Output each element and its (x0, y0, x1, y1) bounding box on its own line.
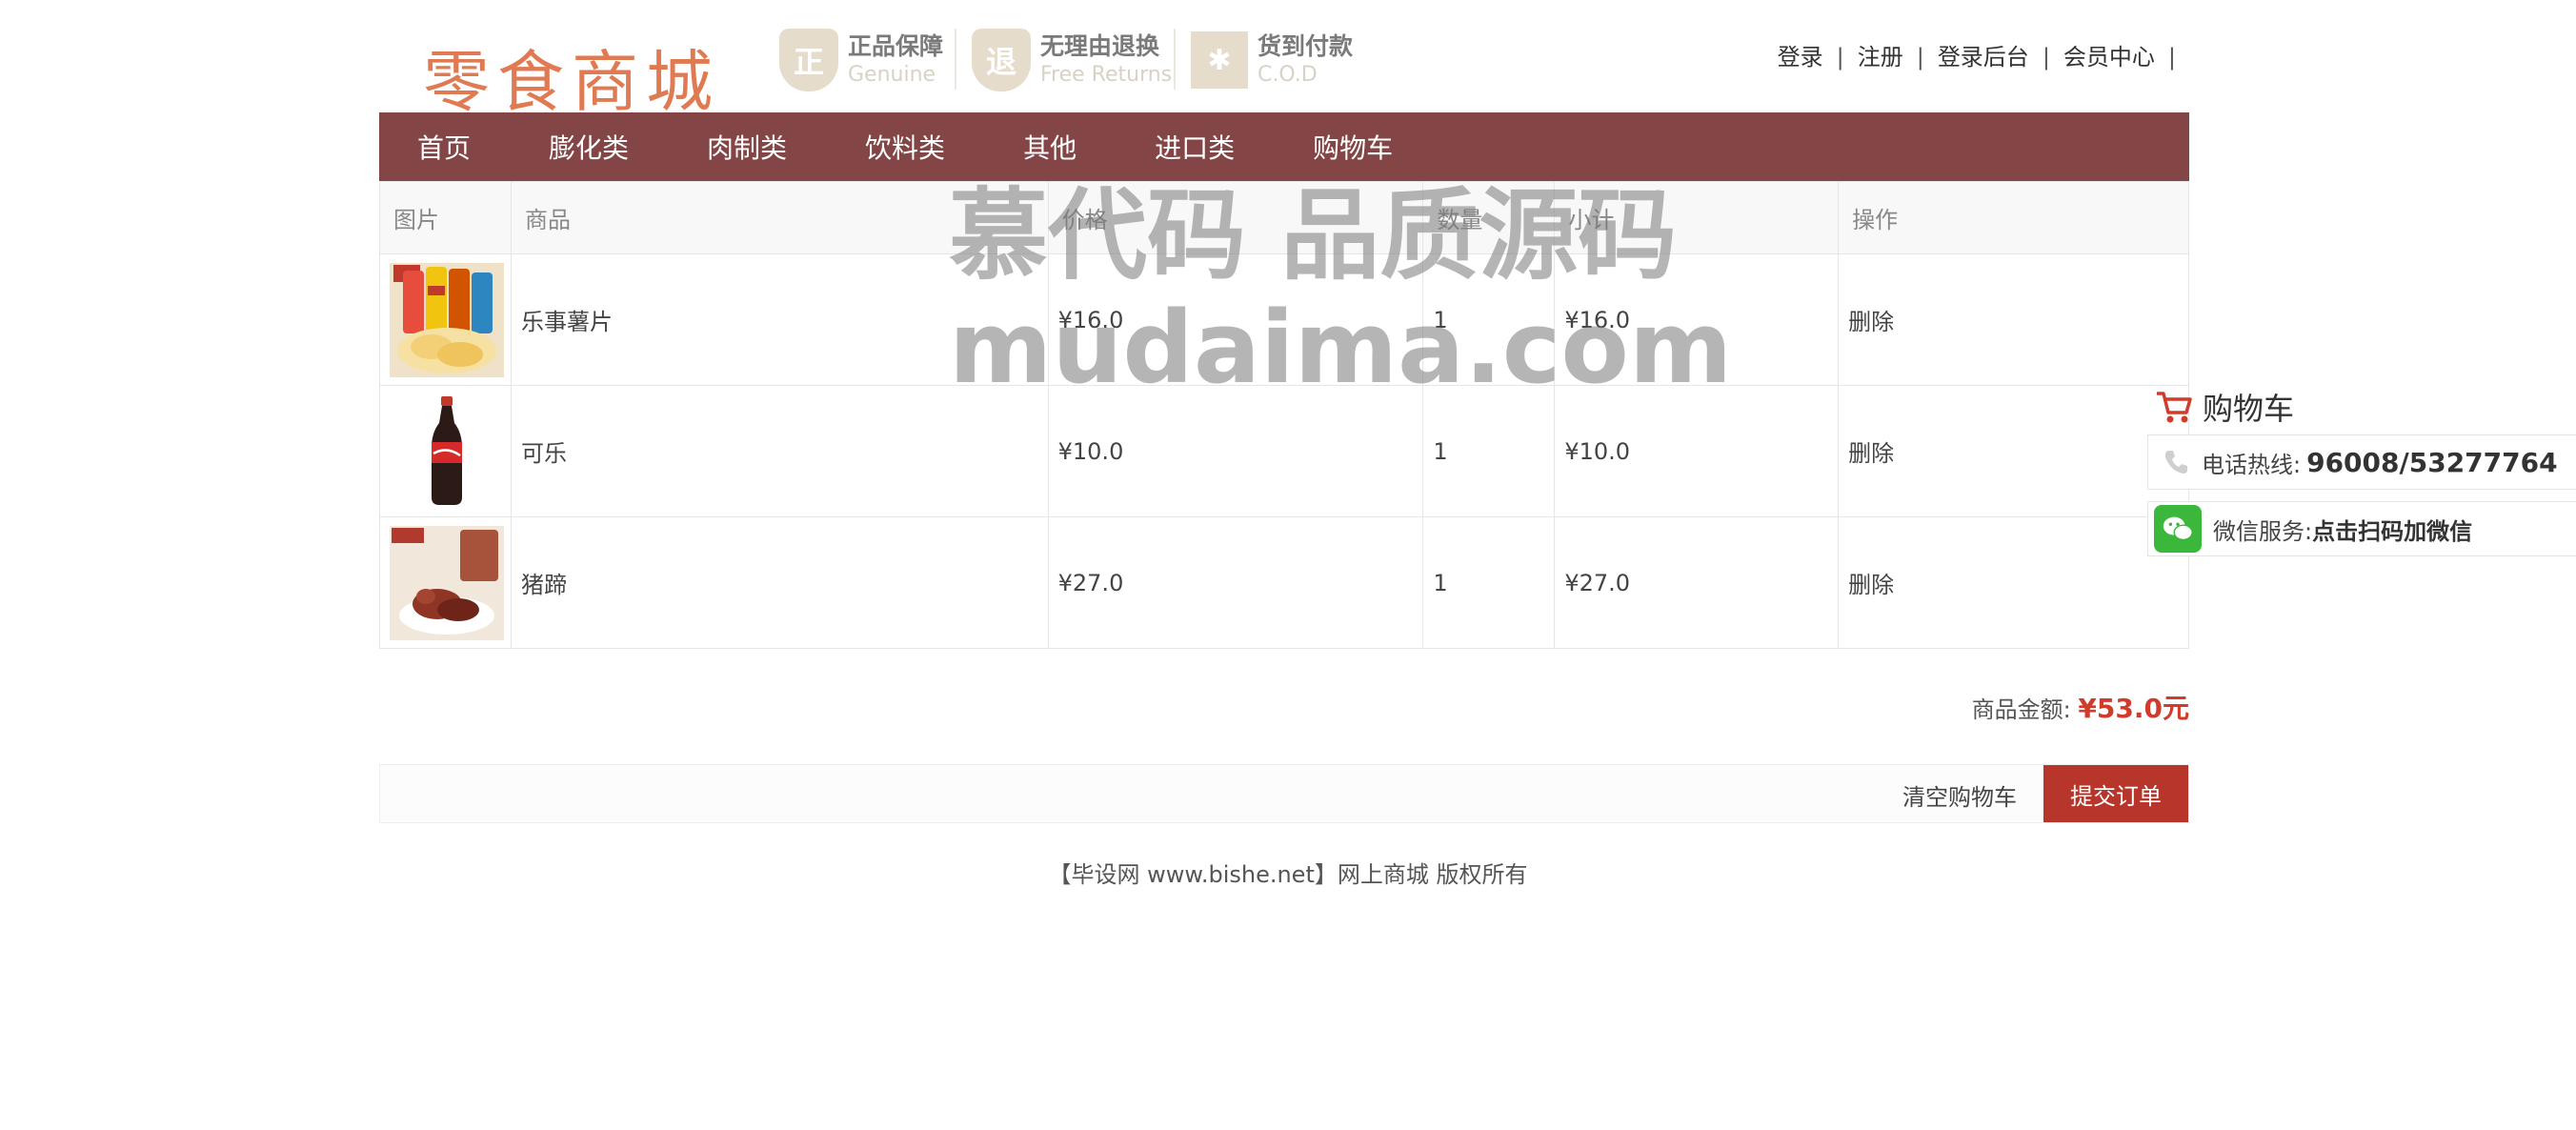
separator: | (1836, 44, 1844, 71)
cart-total: 商品金额: ¥53.0元 (1972, 688, 2189, 726)
shield-zheng-icon: 正 (779, 29, 838, 91)
badge-divider (1174, 29, 1176, 90)
badge-subtitle: C.O.D (1258, 63, 1318, 87)
table-row: 猪蹄 ¥27.0 1 ¥27.0 删除 (379, 516, 2189, 649)
product-name: 乐事薯片 (510, 253, 1049, 386)
column-header-action: 操作 (1838, 181, 2189, 254)
separator: | (2042, 44, 2050, 71)
badge-title: 无理由退换 (1040, 32, 1160, 60)
total-label: 商品金额: (1971, 696, 2071, 723)
action-cell: 删除 (1838, 516, 2189, 649)
member-center-link[interactable]: 会员中心 (2063, 44, 2155, 71)
badge-free-returns: 退 无理由退换 Free Returns (972, 27, 1172, 93)
float-cart-link[interactable]: 购物车 (2155, 385, 2294, 429)
clear-cart-button[interactable]: 清空购物车 (1902, 778, 2017, 812)
column-header-product: 商品 (510, 181, 1049, 254)
product-price: ¥16.0 (1047, 253, 1424, 386)
column-header-quantity: 数量 (1422, 181, 1556, 254)
gift-icon: ✱ (1191, 31, 1248, 89)
nav-cart[interactable]: 购物车 (1313, 128, 1393, 166)
column-header-price: 价格 (1047, 181, 1424, 254)
action-cell: 删除 (1838, 253, 2189, 386)
site-header: 零食商城 正 正品保障 Genuine 退 无理由退换 Free Returns… (379, 0, 2189, 121)
nav-imported[interactable]: 进口类 (1155, 128, 1235, 166)
lays-chips-image[interactable] (390, 262, 504, 377)
table-row: 可乐 ¥10.0 1 ¥10.0 删除 (379, 385, 2189, 517)
badge-subtitle: Free Returns (1040, 63, 1173, 87)
product-quantity: 1 (1422, 253, 1556, 386)
product-quantity: 1 (1422, 385, 1556, 517)
column-header-subtotal: 小计 (1554, 181, 1840, 254)
admin-login-link[interactable]: 登录后台 (1938, 44, 2029, 71)
badge-divider (955, 29, 956, 90)
product-name: 猪蹄 (510, 516, 1049, 649)
badge-cod: ✱ 货到付款 C.O.D (1191, 27, 1353, 93)
wechat-label: 微信服务: (2213, 517, 2313, 545)
product-quantity: 1 (1422, 516, 1556, 649)
cart-action-bar: 清空购物车 提交订单 (379, 764, 2189, 823)
nav-home[interactable]: 首页 (417, 128, 471, 166)
product-subtotal: ¥16.0 (1554, 253, 1840, 386)
table-header-row: 图片 商品 价格 数量 小计 操作 (379, 181, 2189, 254)
main-nav: 首页 膨化类 肉制类 饮料类 其他 进口类 购物车 (379, 112, 2189, 181)
delete-link[interactable]: 删除 (1848, 572, 1894, 598)
product-price: ¥27.0 (1047, 516, 1424, 649)
column-header-image: 图片 (379, 181, 512, 254)
badge-title: 货到付款 (1258, 32, 1354, 60)
product-image-cell (379, 516, 512, 649)
product-image-cell (379, 385, 512, 517)
delete-link[interactable]: 删除 (1848, 440, 1894, 467)
wechat-icon (2154, 505, 2202, 553)
shield-tui-icon: 退 (972, 29, 1031, 91)
login-link[interactable]: 登录 (1778, 44, 1823, 71)
wechat-row[interactable]: 微信服务: 点击扫码加微信 (2147, 501, 2576, 556)
wechat-text: 点击扫码加微信 (2312, 517, 2473, 545)
nav-meat-products[interactable]: 肉制类 (707, 128, 787, 166)
hotline-row: 电话热线: 96008/53277764 (2147, 434, 2576, 490)
pig-trotter-image[interactable] (390, 525, 504, 640)
badge-subtitle: Genuine (848, 63, 936, 87)
cart-icon (2157, 392, 2192, 423)
badge-title: 正品保障 (848, 32, 944, 60)
product-image-cell (379, 253, 512, 386)
nav-other[interactable]: 其他 (1023, 128, 1077, 166)
hotline-number: 96008/53277764 (2306, 446, 2558, 478)
product-subtotal: ¥27.0 (1554, 516, 1840, 649)
product-name: 可乐 (510, 385, 1049, 517)
action-cell: 删除 (1838, 385, 2189, 517)
separator: | (1916, 44, 1924, 71)
product-price: ¥10.0 (1047, 385, 1424, 517)
badge-genuine: 正 正品保障 Genuine (779, 27, 943, 93)
register-link[interactable]: 注册 (1858, 44, 1903, 71)
nav-puffed-snacks[interactable]: 膨化类 (549, 128, 629, 166)
nav-drinks[interactable]: 饮料类 (865, 128, 945, 166)
submit-order-button[interactable]: 提交订单 (2043, 765, 2188, 822)
cart-table: 图片 商品 价格 数量 小计 操作 乐事薯片 ¥16.0 1 ¥16.0 删除 … (379, 181, 2189, 649)
product-subtotal: ¥10.0 (1554, 385, 1840, 517)
top-links: 登录 | 注册 | 登录后台 | 会员中心 | (1778, 38, 2189, 71)
table-row: 乐事薯片 ¥16.0 1 ¥16.0 删除 (379, 253, 2189, 386)
separator: | (2167, 44, 2176, 71)
cola-bottle-image[interactable] (390, 393, 504, 509)
hotline-label: 电话热线: (2202, 451, 2302, 478)
total-amount: ¥53.0元 (2078, 693, 2189, 724)
footer-copyright: 【毕设网 www.bishe.net】网上商城 版权所有 (1048, 861, 1528, 888)
phone-icon (2164, 451, 2187, 474)
site-logo[interactable]: 零食商城 (423, 29, 720, 125)
delete-link[interactable]: 删除 (1848, 309, 1894, 335)
float-cart-label: 购物车 (2203, 391, 2295, 427)
